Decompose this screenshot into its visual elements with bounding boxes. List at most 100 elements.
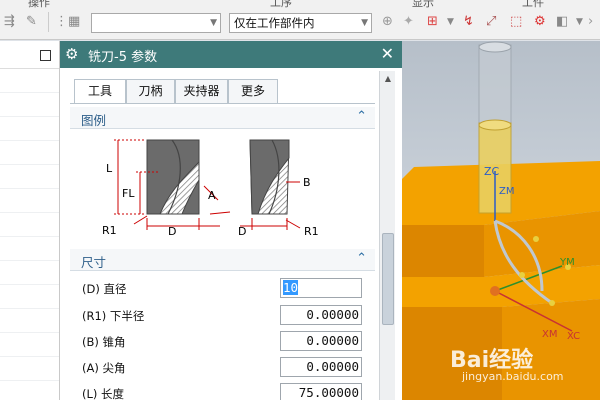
list-item[interactable] (0, 309, 59, 333)
field-taper-angle: (B) 锥角 0.00000 (70, 331, 375, 353)
label-D-right: D (238, 225, 246, 238)
field-tip-angle: (A) 尖角 0.00000 (70, 357, 375, 379)
snap-point-icon[interactable]: ✦ (403, 14, 414, 30)
field-lower-radius: (R1) 下半径 0.00000 (70, 305, 375, 327)
size-section-header[interactable]: 尺寸 ⌃ (70, 249, 375, 271)
legend-section-header[interactable]: 图例 ⌃ (70, 107, 375, 129)
label-L: L (106, 162, 113, 175)
more-icon[interactable]: › (588, 14, 593, 30)
label-R1-left: R1 (102, 224, 117, 237)
align-icon[interactable]: ⇶ (4, 14, 15, 30)
verify-icon[interactable]: ⤢ (486, 14, 496, 30)
field-taper-angle-label: (B) 锥角 (82, 335, 126, 349)
list-item[interactable] (0, 69, 59, 93)
view-cube-icon[interactable]: ◧ (556, 14, 568, 30)
dialog-content: 图例 ⌃ L FL A R1 D B D R1 尺寸 ⌃ (D) 直径 10 (… (70, 104, 375, 400)
display-options-icon[interactable]: ⊞ (427, 14, 438, 30)
diameter-input-value: 10 (283, 280, 299, 295)
field-diameter: (D) 直径 10 (70, 278, 375, 300)
tool-path-icon[interactable]: ↯ (463, 14, 474, 30)
watermark-url: jingyan.baidu.com (462, 370, 564, 383)
handle-point[interactable] (549, 300, 555, 306)
list-item[interactable] (0, 333, 59, 357)
scroll-up-icon[interactable]: ▲ (382, 73, 394, 85)
field-length-label: (L) 长度 (82, 387, 125, 400)
xc-label: XC (567, 331, 580, 342)
xm-label: XM (542, 329, 557, 340)
label-A: A (208, 189, 216, 202)
field-lower-radius-label: (R1) 下半径 (82, 309, 145, 323)
chevron-up-icon[interactable]: ⌃ (356, 251, 367, 266)
snap-icon[interactable]: ⊕ (382, 14, 393, 30)
size-section-title: 尺寸 (81, 255, 107, 270)
list-item[interactable] (0, 141, 59, 165)
list-item[interactable] (0, 261, 59, 285)
dialog-title: 铣刀-5 参数 (88, 50, 158, 65)
list-item[interactable] (0, 357, 59, 381)
origin-handle[interactable] (490, 286, 500, 296)
field-tip-angle-label: (A) 尖角 (82, 361, 126, 375)
list-item[interactable] (0, 165, 59, 189)
chevron-down-icon: ▼ (361, 18, 368, 28)
tab-holder[interactable]: 夹持器 (175, 79, 228, 103)
measure-icon[interactable]: ⋮ (55, 14, 68, 30)
label-R1-right: R1 (304, 225, 319, 238)
length-input[interactable]: 75.00000 (280, 383, 362, 400)
list-item[interactable] (0, 93, 59, 117)
list-item[interactable] (0, 285, 59, 309)
maximize-icon[interactable] (40, 50, 51, 61)
tip-angle-input[interactable]: 0.00000 (280, 357, 362, 377)
watermark: Bai经验 jingyan.baidu.com (450, 342, 600, 392)
tool-top (478, 41, 512, 53)
machine-icon[interactable]: ⚙ (534, 14, 546, 30)
block-front-face (402, 225, 484, 277)
flat-mill-drawing (146, 139, 200, 215)
group-label-operation: 操作 (28, 0, 50, 9)
close-icon[interactable]: ✕ (381, 44, 394, 63)
field-length: (L) 长度 75.00000 (70, 383, 375, 400)
filter-dropdown[interactable]: ▼ (91, 13, 221, 33)
chevron-up-icon[interactable]: ⌃ (356, 109, 367, 124)
list-item[interactable] (0, 213, 59, 237)
scrollbar-thumb[interactable] (382, 233, 394, 325)
group-label-display: 显示 (412, 0, 434, 9)
diameter-input[interactable]: 10 (280, 278, 362, 298)
navigator-panel (0, 41, 60, 400)
label-B: B (303, 176, 311, 189)
tab-tool[interactable]: 工具 (74, 79, 126, 104)
dialog-scrollbar[interactable]: ▲ (379, 71, 395, 400)
gear-icon: ⚙ (65, 45, 79, 63)
handle-point[interactable] (533, 236, 539, 242)
workpiece-icon[interactable]: ⬚ (510, 14, 522, 30)
lower-radius-input[interactable]: 0.00000 (280, 305, 362, 325)
zm-label: ZM (499, 186, 514, 197)
scope-dropdown[interactable]: 仅在工作部件内 ▼ (229, 13, 372, 33)
tapered-mill-drawing (249, 139, 290, 215)
chevron-down-icon: ▼ (210, 18, 217, 28)
dialog-title-bar[interactable]: ⚙ 铣刀-5 参数 ✕ (60, 41, 402, 68)
field-diameter-label: (D) 直径 (82, 282, 127, 296)
mill-tool-dialog: ⚙ 铣刀-5 参数 ✕ 工具 刀柄 夹持器 更多 图例 ⌃ L FL A R1 … (60, 41, 402, 400)
handle-point[interactable] (519, 272, 525, 278)
tab-shank[interactable]: 刀柄 (126, 79, 175, 103)
tool-shank (478, 44, 512, 124)
list-item[interactable] (0, 237, 59, 261)
list-item[interactable] (0, 117, 59, 141)
chevron-down-icon[interactable]: ▼ (447, 14, 454, 30)
chevron-down-icon[interactable]: ▼ (576, 14, 583, 30)
zc-label: ZC (484, 165, 500, 178)
list-item[interactable] (0, 189, 59, 213)
label-FL: FL (122, 187, 135, 200)
tab-more[interactable]: 更多 (228, 79, 278, 103)
tool-diagram: L FL A R1 D B D R1 (102, 139, 319, 238)
taper-angle-input[interactable]: 0.00000 (280, 331, 362, 351)
scope-dropdown-value: 仅在工作部件内 (234, 16, 315, 30)
label-D-left: D (168, 225, 176, 238)
top-toolbar: 操作 工序 显示 工件 ⇶ ✎ ⋮ ▦ ▼ 仅在工作部件内 ▼ ⊕ ✦ ⊞ ▼ … (0, 0, 600, 40)
edit-icon[interactable]: ✎ (26, 14, 37, 30)
grid-select-icon[interactable]: ▦ (68, 14, 80, 30)
ym-label: YM (559, 257, 575, 268)
group-label-process: 工序 (270, 0, 292, 9)
toolbar-group-labels: 操作 工序 显示 工件 (0, 0, 600, 9)
toolbar-separator (48, 12, 49, 32)
